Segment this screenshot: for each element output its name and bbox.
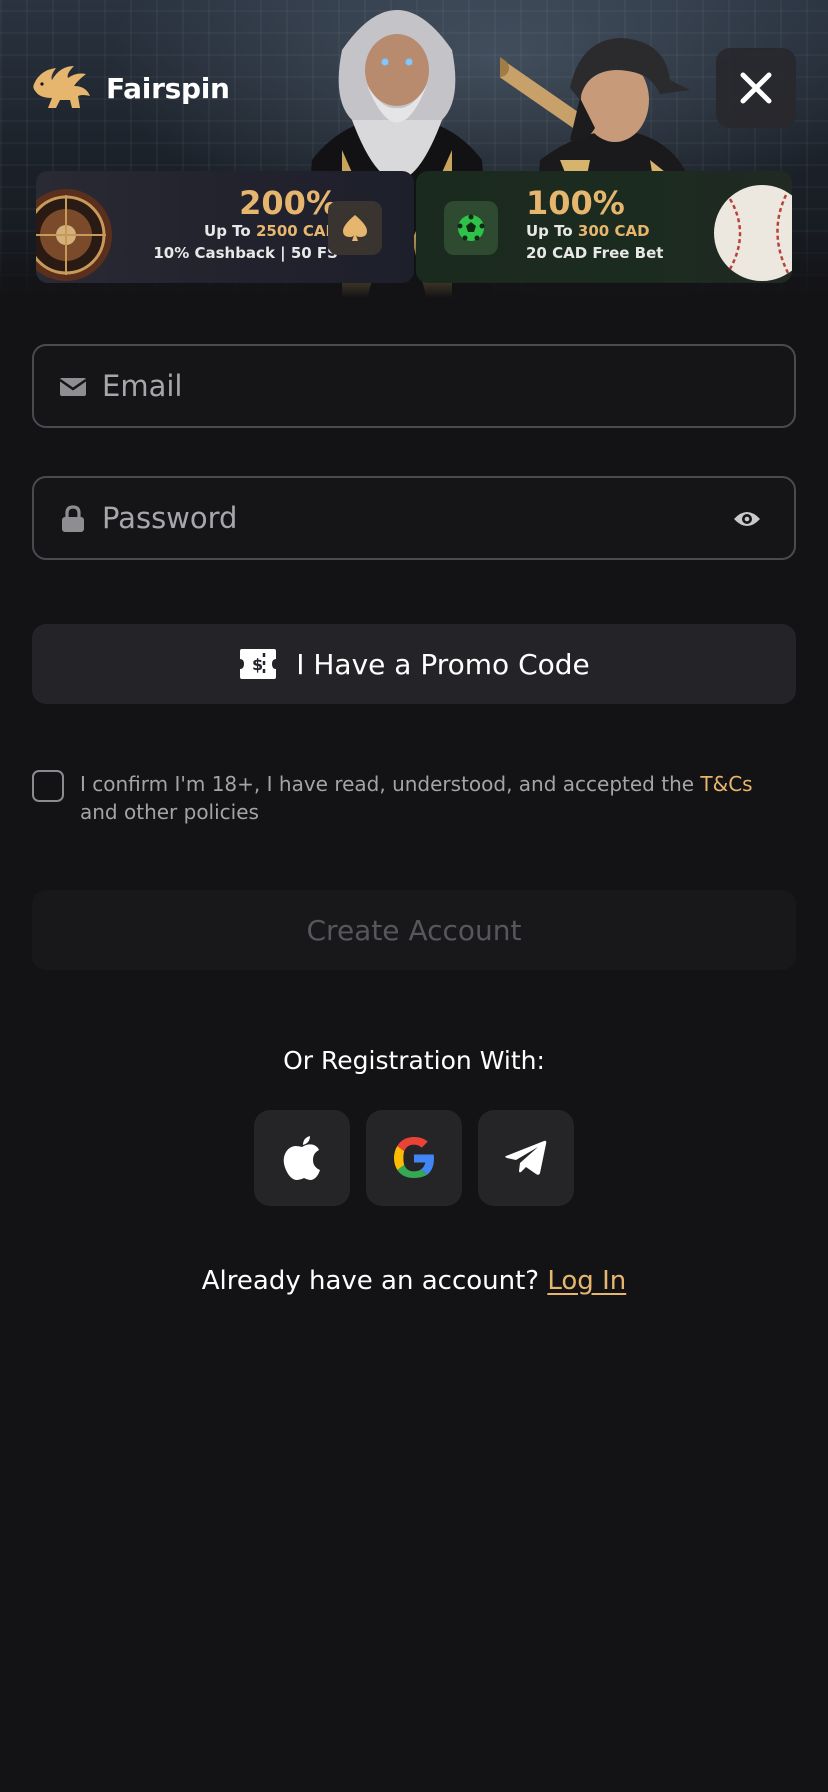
soccer-ball-icon xyxy=(457,214,485,241)
brand-logo[interactable]: Fairspin xyxy=(30,64,230,112)
promo-casino-headline: 200% xyxy=(239,184,338,222)
roulette-wheel-image xyxy=(36,189,112,281)
promo-card-sports[interactable]: 100% Up To 300 CAD 20 CAD Free Bet xyxy=(416,171,792,283)
create-account-label: Create Account xyxy=(306,913,522,947)
baseball-image xyxy=(714,185,792,281)
terms-link[interactable]: T&Cs xyxy=(700,772,752,796)
social-heading: Or Registration With: xyxy=(283,1046,545,1075)
apple-icon xyxy=(283,1136,320,1180)
promo-sports-line1: Up To 300 CAD xyxy=(526,222,650,240)
password-input[interactable] xyxy=(102,478,702,558)
envelope-icon xyxy=(58,372,88,402)
promo-ticket-icon: $ xyxy=(240,649,277,679)
promo-code-label: I Have a Promo Code xyxy=(296,647,590,681)
password-field[interactable] xyxy=(32,476,796,560)
telegram-icon xyxy=(505,1140,547,1175)
promo-casino-text: 200% Up To 2500 CAD 10% Cashback | 50 FS xyxy=(132,185,338,265)
promo-sports-line2: 20 CAD Free Bet xyxy=(526,244,664,262)
email-field[interactable] xyxy=(32,344,796,428)
show-password-eye-icon[interactable] xyxy=(730,502,764,536)
telegram-signin-button[interactable] xyxy=(478,1110,574,1206)
promo-sports-headline: 100% xyxy=(526,184,625,222)
close-button[interactable] xyxy=(716,48,796,128)
promo-card-casino[interactable]: 200% Up To 2500 CAD 10% Cashback | 50 FS xyxy=(36,171,414,283)
hero-banner: Fairspin 200% Up To 2500 CAD 10% Cashbac… xyxy=(0,0,828,298)
lock-icon xyxy=(58,504,88,534)
winged-lion-icon xyxy=(33,66,90,108)
spade-badge xyxy=(328,201,382,255)
login-prompt: Already have an account? Log In xyxy=(0,1266,828,1296)
login-question: Already have an account? xyxy=(201,1266,548,1296)
create-account-button[interactable]: Create Account xyxy=(32,890,796,970)
email-input[interactable] xyxy=(102,346,702,426)
consent-text: I confirm I'm 18+, I have read, understo… xyxy=(80,772,753,824)
promo-casino-line2: 10% Cashback | 50 FS xyxy=(153,244,338,262)
promo-code-button[interactable]: $ I Have a Promo Code xyxy=(32,624,796,704)
google-icon xyxy=(394,1137,434,1178)
close-icon xyxy=(740,72,772,104)
google-signin-button[interactable] xyxy=(366,1110,462,1206)
login-link[interactable]: Log In xyxy=(547,1266,626,1296)
promo-sports-text: 100% Up To 300 CAD 20 CAD Free Bet xyxy=(526,185,726,265)
apple-signin-button[interactable] xyxy=(254,1110,350,1206)
brand-name: Fairspin xyxy=(106,71,230,105)
promo-casino-line1: Up To 2500 CAD xyxy=(204,222,338,240)
soccer-badge xyxy=(444,201,498,255)
spade-icon xyxy=(343,215,367,241)
consent-checkbox[interactable] xyxy=(32,770,64,802)
svg-text:$: $ xyxy=(252,655,263,674)
